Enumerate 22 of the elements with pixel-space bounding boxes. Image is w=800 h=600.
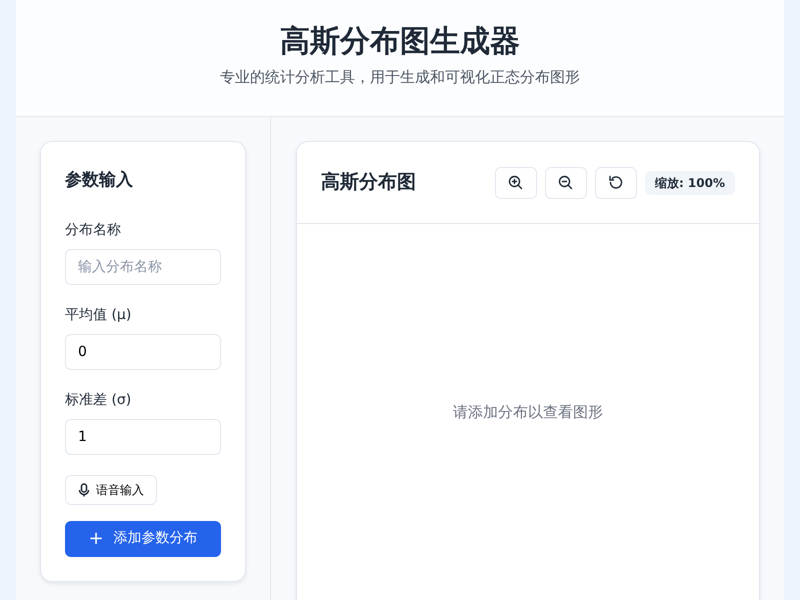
zoom-out-button[interactable] <box>544 166 587 198</box>
field-label: 分布名称 <box>65 220 122 240</box>
input-field[interactable]: 0 <box>65 334 221 370</box>
zoom-level-badge: 缩放: 100% <box>644 170 735 194</box>
input-field[interactable]: 输入分布名称 <box>65 248 221 284</box>
card-title: 参数输入 <box>65 169 134 192</box>
add-distribution-button[interactable]: + 添加参数分布 <box>65 520 221 556</box>
input-field[interactable]: 1 <box>65 418 221 454</box>
page-title: 高斯分布图生成器 <box>279 24 521 60</box>
reset-icon <box>608 175 624 190</box>
page-subtitle: 专业的统计分析工具，用于生成和可视化正态分布图形 <box>219 67 581 88</box>
reset-button[interactable] <box>594 166 637 198</box>
field-label: 标准差 (σ) <box>65 390 132 410</box>
voice-input-button[interactable]: 语音输入 <box>65 474 157 504</box>
empty-message: 请添加分布以查看图形 <box>453 402 603 423</box>
microphone-icon <box>78 482 90 496</box>
field-label: 平均值 (μ) <box>65 306 132 324</box>
chart-title: 高斯分布图 <box>321 170 417 196</box>
zoom-out-icon <box>558 175 574 190</box>
plus-icon: + <box>88 525 104 552</box>
zoom-in-icon <box>508 175 524 190</box>
zoom-in-button[interactable] <box>494 166 537 198</box>
